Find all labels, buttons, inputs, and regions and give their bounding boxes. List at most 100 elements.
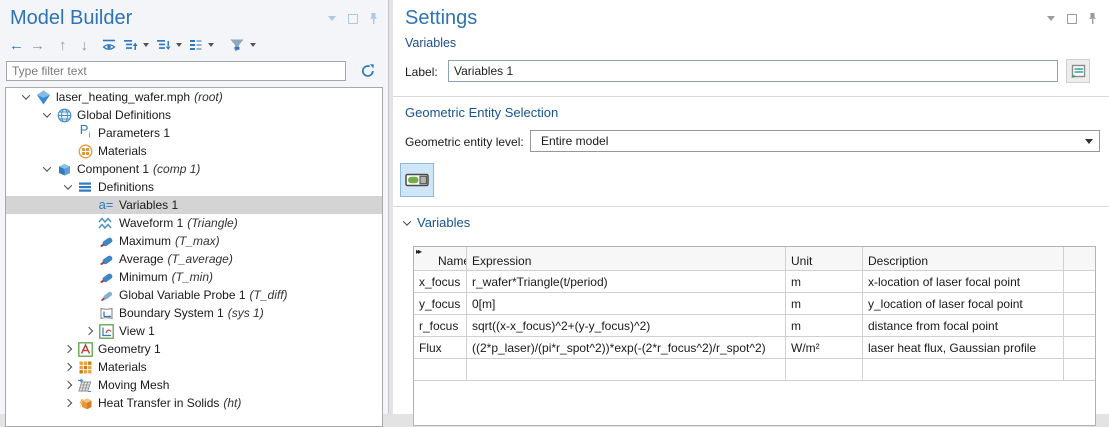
tree-item-minimum[interactable]: Minimum(T_min) bbox=[6, 268, 382, 286]
tree-item-average[interactable]: Average (T_average) bbox=[6, 250, 382, 268]
filter-funnel-icon[interactable] bbox=[226, 35, 248, 55]
model-builder-toolbar: ← → ↑ ↓ bbox=[6, 34, 260, 56]
table-row[interactable]: x_focusr_wafer*Triangle(t/period)mx-loca… bbox=[414, 271, 1095, 293]
empty-cell[interactable] bbox=[863, 359, 1064, 380]
tree-item-boundary-system-1[interactable]: Boundary System 1(sys 1) bbox=[6, 304, 382, 322]
filter-menu-caret-icon[interactable] bbox=[250, 43, 256, 47]
cell-spacer bbox=[1064, 315, 1095, 336]
table-row[interactable]: r_focussqrt((x-x_focus)^2+(y-y_focus)^2)… bbox=[414, 315, 1095, 337]
expand-tree-menu-caret-icon[interactable] bbox=[143, 43, 149, 47]
tree-item-laser-heating-wafer-mph[interactable]: laser_heating_wafer.mph(root) bbox=[6, 88, 382, 106]
tree-chevron-icon[interactable] bbox=[39, 112, 55, 118]
tree-chevron-icon[interactable] bbox=[60, 382, 76, 388]
tree-item-label: Materials bbox=[98, 360, 147, 374]
cell-description[interactable]: laser heat flux, Gaussian profile bbox=[863, 337, 1064, 358]
pin-icon[interactable] bbox=[367, 12, 380, 25]
table-row[interactable]: y_focus0[m]my_location of laser focal po… bbox=[414, 293, 1095, 315]
section-collapse-chevron-icon[interactable] bbox=[399, 220, 415, 226]
empty-cell[interactable] bbox=[786, 359, 863, 380]
show-eye-icon[interactable] bbox=[99, 35, 120, 55]
restore-icon[interactable] bbox=[1065, 12, 1078, 25]
section-variables-header[interactable]: Variables bbox=[399, 215, 470, 230]
model-builder-window-controls bbox=[325, 12, 380, 25]
definitions-icon bbox=[76, 179, 94, 195]
tree-chevron-icon[interactable] bbox=[60, 184, 76, 190]
empty-cell[interactable] bbox=[467, 359, 786, 380]
cell-expression[interactable]: r_wafer*Triangle(t/period) bbox=[467, 271, 786, 292]
tree-item-view-1[interactable]: View 1 bbox=[6, 322, 382, 340]
pin-icon[interactable] bbox=[1086, 12, 1099, 25]
tree-item-label: Materials bbox=[98, 144, 147, 158]
cell-unit[interactable]: W/m² bbox=[786, 337, 863, 358]
empty-cell[interactable] bbox=[414, 359, 467, 380]
tree-item-tag: (T_average) bbox=[167, 252, 232, 266]
tree-item-global-variable-probe-1[interactable]: Global Variable Probe 1(T_diff) bbox=[6, 286, 382, 304]
refresh-icon[interactable] bbox=[356, 60, 380, 82]
tree-item-geometry-1[interactable]: Geometry 1 bbox=[6, 340, 382, 358]
back-arrow-icon[interactable]: ← bbox=[6, 35, 27, 55]
table-empty-row[interactable] bbox=[414, 359, 1095, 381]
cell-expression[interactable]: 0[m] bbox=[467, 293, 786, 314]
active-selection-toggle-icon[interactable] bbox=[400, 163, 434, 197]
variables-icon: a= bbox=[97, 197, 115, 213]
tree-filter-input[interactable] bbox=[6, 61, 346, 81]
tree-chevron-icon[interactable] bbox=[60, 346, 76, 352]
restore-icon[interactable] bbox=[346, 12, 359, 25]
tree-item-parameters-1[interactable]: PiParameters 1 bbox=[6, 124, 382, 142]
forward-arrow-icon[interactable]: → bbox=[27, 35, 48, 55]
cell-name[interactable]: x_focus bbox=[414, 271, 467, 292]
boundary-system-icon bbox=[97, 305, 115, 321]
move-down-arrow-icon[interactable]: ↓ bbox=[78, 35, 92, 55]
tree-item-label: Definitions bbox=[98, 180, 154, 194]
tree-item-tag: (ht) bbox=[223, 396, 241, 410]
move-up-arrow-icon[interactable]: ↑ bbox=[56, 35, 70, 55]
collapse-tree-icon[interactable] bbox=[153, 35, 174, 55]
tree-item-maximum[interactable]: Maximum(T_max) bbox=[6, 232, 382, 250]
tree-item-label: Average bbox=[119, 252, 163, 266]
label-input[interactable] bbox=[448, 60, 1058, 82]
table-row[interactable]: Flux((2*p_laser)/(pi*r_spot^2))*exp(-(2*… bbox=[414, 337, 1095, 359]
cell-expression[interactable]: sqrt((x-x_focus)^2+(y-y_focus)^2) bbox=[467, 315, 786, 336]
model-tree: laser_heating_wafer.mph(root)Global Defi… bbox=[5, 87, 383, 427]
tree-item-definitions[interactable]: Definitions bbox=[6, 178, 382, 196]
cell-expression[interactable]: ((2*p_laser)/(pi*r_spot^2))*exp(-(2*r_fo… bbox=[467, 337, 786, 358]
tree-item-materials[interactable]: Materials bbox=[6, 358, 382, 376]
cell-description[interactable]: distance from focal point bbox=[863, 315, 1064, 336]
section-variables-title: Variables bbox=[417, 215, 470, 230]
tree-item-label: Moving Mesh bbox=[98, 378, 169, 392]
cell-spacer bbox=[1064, 337, 1095, 358]
collapse-tree-menu-caret-icon[interactable] bbox=[176, 43, 182, 47]
dropdown-caret-icon[interactable] bbox=[1044, 12, 1057, 25]
tree-chevron-icon[interactable] bbox=[39, 166, 55, 172]
tree-item-waveform-1[interactable]: Waveform 1(Triangle) bbox=[6, 214, 382, 232]
global-probe-icon bbox=[97, 287, 115, 303]
node-text-icon[interactable] bbox=[186, 35, 206, 55]
tree-item-label: Variables 1 bbox=[119, 198, 178, 212]
cell-name[interactable]: y_focus bbox=[414, 293, 467, 314]
tree-item-heat-transfer-in-solids[interactable]: Heat Transfer in Solids(ht) bbox=[6, 394, 382, 412]
column-header-expression: Expression bbox=[467, 247, 786, 270]
cell-unit[interactable]: m bbox=[786, 315, 863, 336]
dropdown-caret-icon[interactable] bbox=[325, 12, 338, 25]
node-text-menu-caret-icon[interactable] bbox=[208, 43, 214, 47]
tree-chevron-icon[interactable] bbox=[60, 364, 76, 370]
tree-item-global-definitions[interactable]: Global Definitions bbox=[6, 106, 382, 124]
cell-name[interactable]: r_focus bbox=[414, 315, 467, 336]
tree-chevron-icon[interactable] bbox=[81, 328, 97, 334]
cell-unit[interactable]: m bbox=[786, 293, 863, 314]
tree-item-moving-mesh[interactable]: Moving Mesh bbox=[6, 376, 382, 394]
tree-item-materials[interactable]: Materials bbox=[6, 142, 382, 160]
settings-subtitle: Variables bbox=[405, 36, 456, 50]
tree-chevron-icon[interactable] bbox=[60, 400, 76, 406]
tree-chevron-icon[interactable] bbox=[18, 94, 34, 100]
tree-item-variables-1[interactable]: a= Variables 1 bbox=[6, 196, 382, 214]
cell-name[interactable]: Flux bbox=[414, 337, 467, 358]
cell-unit[interactable]: m bbox=[786, 271, 863, 292]
rename-label-icon[interactable] bbox=[1066, 59, 1090, 83]
cell-description[interactable]: x-location of laser focal point bbox=[863, 271, 1064, 292]
expand-tree-icon[interactable] bbox=[120, 35, 141, 55]
geometric-entity-level-select[interactable]: Entire model bbox=[530, 130, 1100, 152]
cell-description[interactable]: y_location of laser focal point bbox=[863, 293, 1064, 314]
geometric-entity-level-value: Entire model bbox=[541, 134, 608, 148]
tree-item-component-1[interactable]: Component 1(comp 1) bbox=[6, 160, 382, 178]
